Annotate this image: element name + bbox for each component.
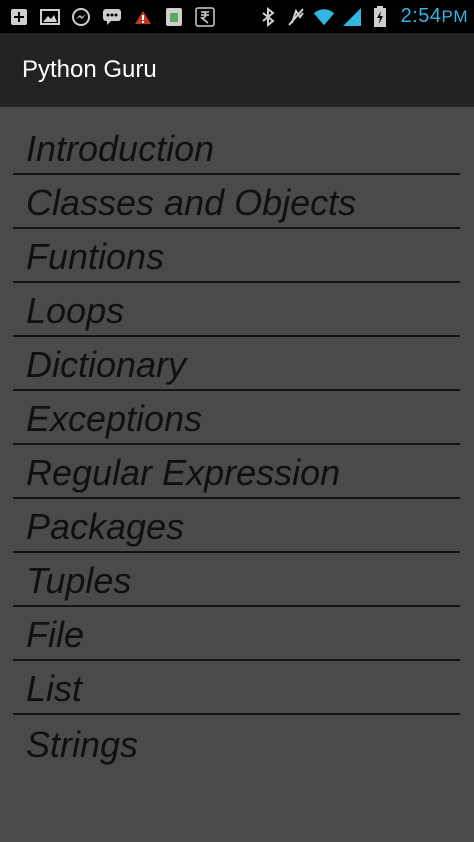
- list-item-label: Classes and Objects: [26, 182, 357, 223]
- chat-bubble-icon: [101, 6, 123, 28]
- list-item-list[interactable]: List: [13, 661, 460, 715]
- list-item-file[interactable]: File: [13, 607, 460, 661]
- list-item-label: Packages: [26, 506, 185, 547]
- vibrate-off-icon: [285, 6, 307, 28]
- system-icons: 2:54PM: [257, 5, 468, 28]
- list-item-tuples[interactable]: Tuples: [13, 553, 460, 607]
- content-area: Introduction Classes and Objects Funtion…: [0, 107, 474, 842]
- list-item-label: Introduction: [26, 128, 215, 169]
- status-bar: 2:54PM: [0, 0, 474, 33]
- messenger-icon: [70, 6, 92, 28]
- wifi-icon: [313, 6, 335, 28]
- notification-icons: [8, 6, 216, 28]
- bluetooth-icon: [257, 6, 279, 28]
- signal-icon: [341, 6, 363, 28]
- image-icon: [39, 6, 61, 28]
- drain-warning-icon: [132, 6, 154, 28]
- list-item-loops[interactable]: Loops: [13, 283, 460, 337]
- topic-list: Introduction Classes and Objects Funtion…: [0, 107, 474, 769]
- list-item-label: Regular Expression: [26, 452, 341, 493]
- sim-card-icon: [163, 6, 185, 28]
- list-item-classes-and-objects[interactable]: Classes and Objects: [13, 175, 460, 229]
- list-item-regular-expression[interactable]: Regular Expression: [13, 445, 460, 499]
- status-clock: 2:54PM: [400, 5, 468, 27]
- list-item-label: List: [26, 668, 83, 709]
- list-item-exceptions[interactable]: Exceptions: [13, 391, 460, 445]
- list-item-label: Dictionary: [26, 344, 187, 385]
- list-item-introduction[interactable]: Introduction: [13, 121, 460, 175]
- list-item-label: Loops: [26, 290, 125, 331]
- list-item-label: Funtions: [26, 236, 165, 277]
- battery-charging-icon: [369, 5, 391, 28]
- action-bar: Python Guru: [0, 33, 474, 107]
- list-item-label: Exceptions: [26, 398, 203, 439]
- list-item-label: Tuples: [26, 560, 132, 601]
- list-item-strings[interactable]: Strings: [13, 715, 460, 769]
- rupee-icon: [194, 6, 216, 28]
- plus-box-icon: [8, 6, 30, 28]
- app-title: Python Guru: [22, 56, 157, 83]
- list-item-funtions[interactable]: Funtions: [13, 229, 460, 283]
- list-item-label: File: [26, 614, 85, 655]
- list-item-label: Strings: [26, 724, 139, 765]
- list-item-packages[interactable]: Packages: [13, 499, 460, 553]
- list-item-dictionary[interactable]: Dictionary: [13, 337, 460, 391]
